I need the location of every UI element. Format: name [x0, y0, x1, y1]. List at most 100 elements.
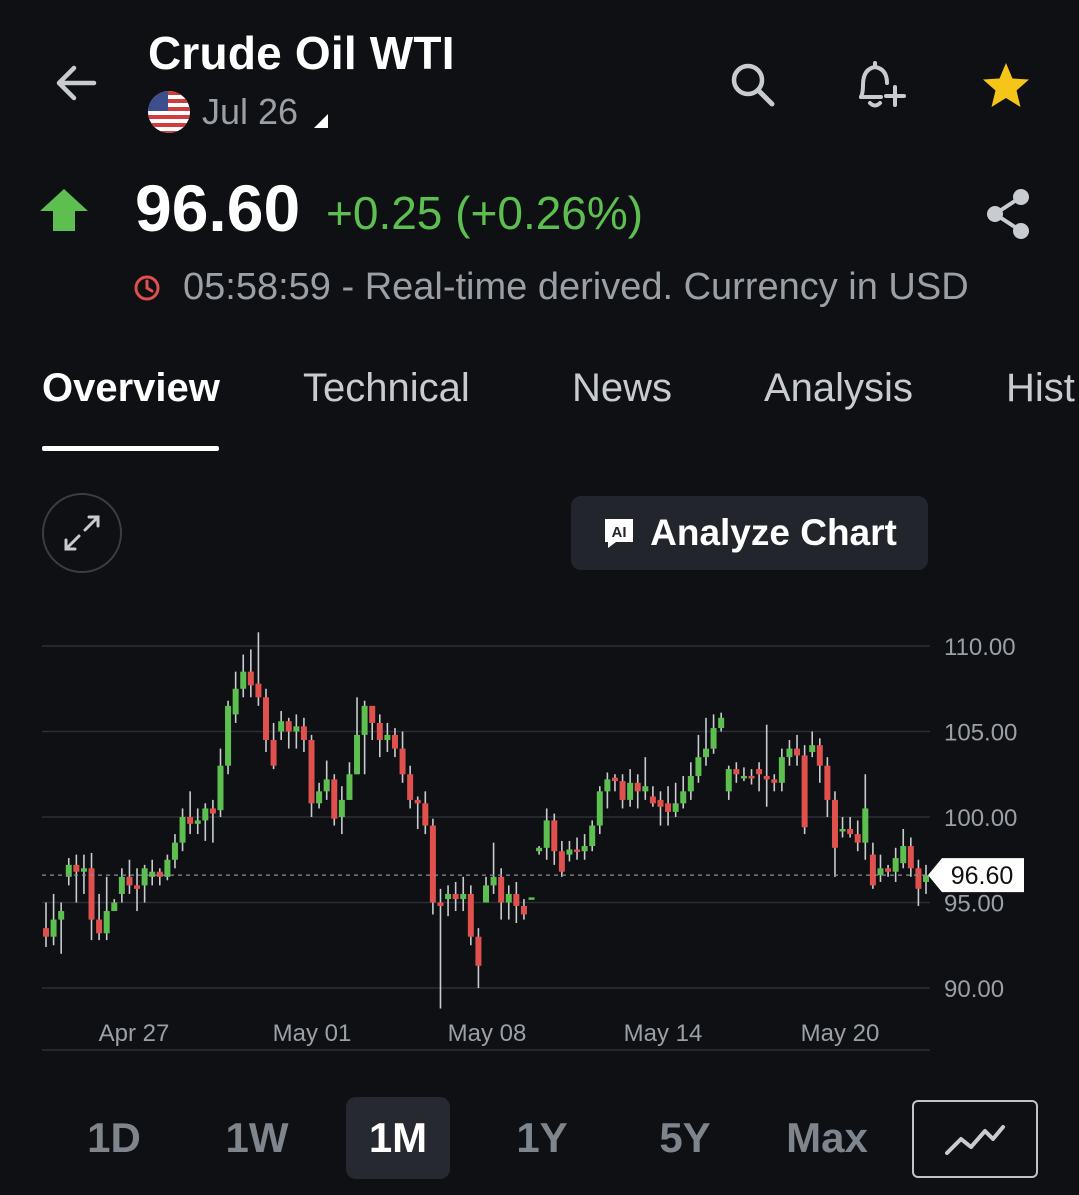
candle-body [915, 868, 922, 889]
add-alert-button[interactable] [850, 56, 910, 114]
candle-body [748, 775, 755, 779]
candle-body [80, 868, 87, 872]
candle-body [247, 671, 254, 686]
candle-body [824, 765, 831, 800]
x-tick-label: May 01 [273, 1020, 352, 1047]
candle-body [50, 919, 57, 937]
candle-body [498, 876, 505, 903]
candle-body [88, 868, 95, 920]
candle-body [687, 775, 694, 792]
candle-body [217, 765, 224, 811]
share-button[interactable] [980, 186, 1036, 242]
candle-body [695, 757, 702, 776]
price-change: +0.25 (+0.26%) [326, 187, 644, 239]
line-chart-icon [945, 1125, 1005, 1155]
candle-body [809, 745, 816, 753]
candle-body [316, 791, 323, 804]
candle-body [581, 846, 588, 852]
candle-body [323, 779, 330, 792]
expand-chart-button[interactable] [42, 493, 122, 573]
range-1y[interactable]: 1Y [490, 1097, 594, 1179]
candle-body [467, 893, 474, 937]
back-button[interactable] [50, 58, 100, 108]
candle-body [407, 774, 414, 800]
favorite-button[interactable] [978, 58, 1034, 114]
candle-body [847, 828, 854, 835]
candle-body [96, 919, 103, 934]
quote-status: 05:58:59 - Real-time derived. Currency i… [133, 266, 969, 309]
candle-body [634, 782, 641, 792]
candle-body [566, 849, 573, 855]
tab-historical[interactable]: Hist [1006, 366, 1075, 411]
candle-body [611, 777, 618, 782]
candle-body [649, 796, 656, 804]
candle-body [134, 885, 141, 889]
candle-body [187, 817, 194, 824]
candle-body [445, 893, 452, 900]
caret-down-icon [314, 114, 329, 128]
clock-icon [134, 275, 160, 300]
candle-body [338, 799, 345, 817]
candle-body [771, 779, 778, 783]
candle-body [156, 871, 163, 877]
search-icon [731, 63, 775, 107]
analyze-chart-label: Analyze Chart [650, 512, 897, 553]
x-tick-label: Apr 27 [99, 1020, 170, 1047]
candle-body [513, 893, 520, 906]
candle-body [786, 748, 793, 758]
candle-body [391, 734, 398, 749]
chart-type-button[interactable] [912, 1100, 1038, 1178]
tab-overview[interactable]: Overview [42, 366, 220, 411]
range-5y[interactable]: 5Y [633, 1097, 737, 1179]
y-tick-label: 95.00 [944, 891, 1004, 918]
candle-body [232, 688, 239, 715]
candle-body [43, 928, 49, 937]
y-tick-label: 100.00 [944, 805, 1017, 832]
candle-body [816, 745, 823, 766]
svg-text:AI: AI [612, 524, 627, 541]
candle-body [528, 897, 535, 900]
candle-body [278, 721, 285, 732]
range-1w[interactable]: 1W [205, 1097, 309, 1179]
candle-body [194, 820, 201, 824]
candle-body [801, 755, 808, 828]
candle-body [452, 893, 459, 900]
candle-body [171, 842, 178, 860]
search-button[interactable] [726, 58, 780, 112]
us-flag-icon [148, 91, 190, 133]
x-tick-label: May 14 [624, 1020, 703, 1047]
candle-body [437, 902, 444, 906]
candle-body [680, 791, 687, 804]
candle-body [376, 722, 383, 741]
quote-status-text: 05:58:59 - Real-time derived. Currency i… [183, 266, 969, 308]
range-max[interactable]: Max [768, 1097, 886, 1179]
x-axis-labels: Apr 27 May 01 May 08 May 14 May 20 [99, 1020, 880, 1047]
candle-body [285, 721, 292, 732]
contract-selector[interactable]: Jul 26 [148, 90, 329, 134]
candle-body [740, 775, 747, 779]
tab-news[interactable]: News [572, 366, 672, 411]
analyze-chart-button[interactable]: AI Analyze Chart [571, 496, 928, 570]
candle-body [869, 854, 876, 886]
candle-body [414, 799, 421, 804]
candle-body [558, 851, 565, 872]
candle-body [657, 799, 664, 807]
candle-body [141, 868, 148, 886]
candle-body [58, 911, 65, 920]
candle-body [794, 748, 801, 756]
candle-body [665, 803, 672, 812]
range-1m[interactable]: 1M [346, 1097, 450, 1179]
candle-body [589, 825, 596, 847]
candle-body [543, 820, 550, 848]
candle-body [854, 834, 861, 843]
price-chart[interactable]: 110.00 105.00 100.00 95.00 90.00 Apr 27 May 0… [0, 600, 1079, 1070]
candle-body [619, 781, 626, 800]
range-1d[interactable]: 1D [62, 1097, 166, 1179]
candle-body [574, 849, 581, 852]
candle-body [551, 820, 558, 852]
candle-body [596, 791, 603, 826]
tab-technical[interactable]: Technical [303, 366, 470, 411]
candle-body [361, 705, 368, 735]
section-tabs: Overview Technical News Analysis Hist [0, 360, 1079, 452]
tab-analysis[interactable]: Analysis [764, 366, 913, 411]
